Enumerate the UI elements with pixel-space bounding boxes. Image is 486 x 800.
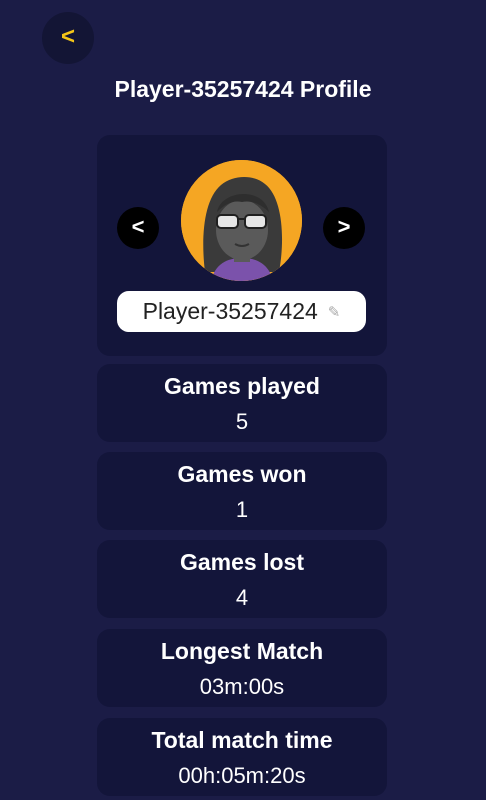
stat-label: Games played (164, 373, 320, 399)
avatar-glasses-icon (181, 160, 302, 281)
profile-screen: < Player-35257424 Profile < > Player-352… (0, 0, 486, 800)
stat-value: 00h:05m:20s (178, 763, 306, 788)
stat-label: Games won (177, 461, 307, 487)
stat-card-games-won: Games won 1 (97, 452, 387, 530)
stat-label: Longest Match (160, 638, 324, 664)
username-text: Player-35257424 (142, 298, 318, 324)
stat-label: Games lost (180, 549, 304, 575)
stat-value: 1 (235, 497, 249, 522)
stat-value: 03m:00s (199, 674, 285, 699)
next-avatar-button[interactable]: > (323, 207, 365, 249)
back-button[interactable]: < (42, 12, 94, 64)
previous-avatar-button[interactable]: < (117, 207, 159, 249)
stat-label: Total match time (151, 727, 333, 753)
chevron-right-icon: > (337, 214, 351, 239)
back-chevron-icon: < (60, 22, 75, 50)
page-title: Player-35257424 Profile (114, 76, 372, 102)
stat-card-longest-match: Longest Match 03m:00s (97, 629, 387, 707)
avatar (181, 160, 302, 281)
stat-value: 4 (235, 585, 249, 610)
stat-card-games-lost: Games lost 4 (97, 540, 387, 618)
stat-card-games-played: Games played 5 (97, 364, 387, 442)
chevron-left-icon: < (131, 214, 145, 239)
stat-value: 5 (235, 409, 249, 434)
stat-card-total-match-time: Total match time 00h:05m:20s (97, 718, 387, 796)
profile-card: < > Player-35257424 ✎ (97, 135, 387, 356)
pencil-icon[interactable]: ✎ (328, 303, 341, 321)
username-field[interactable]: Player-35257424 ✎ (117, 291, 366, 332)
